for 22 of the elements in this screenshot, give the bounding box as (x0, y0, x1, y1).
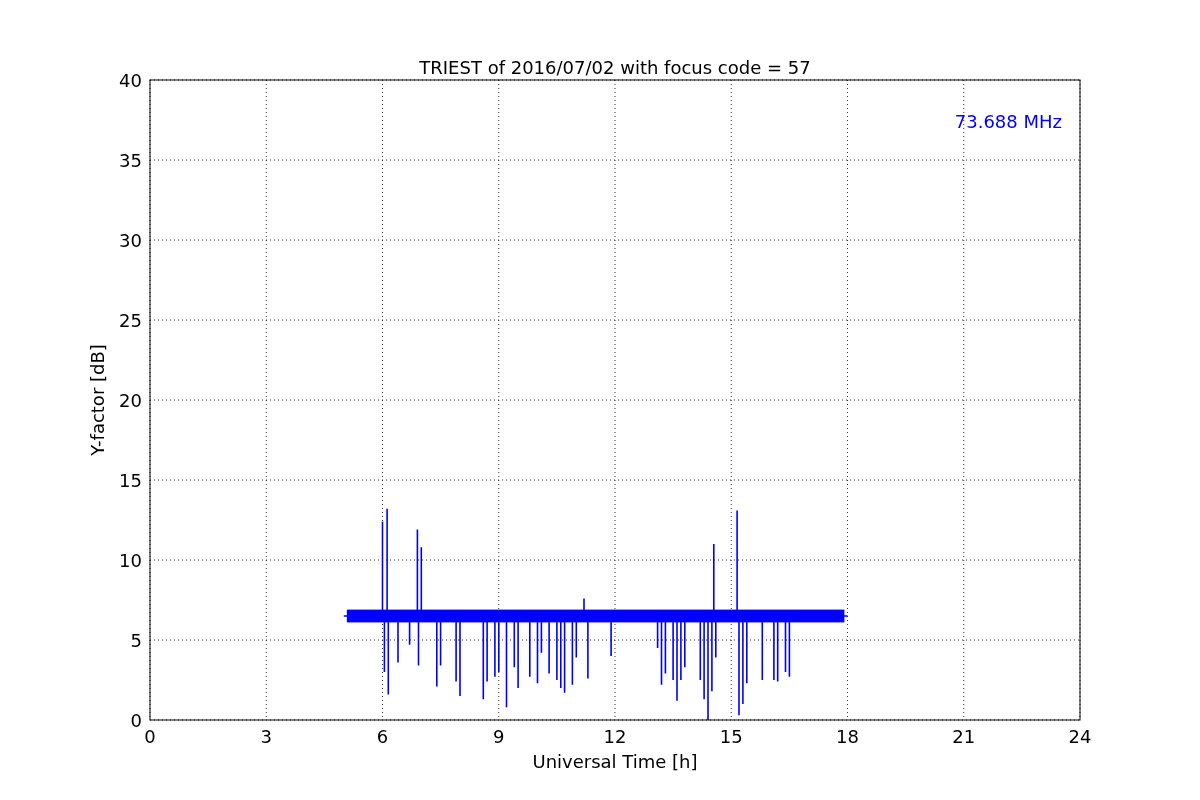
axis-label: Universal Time [h] (532, 751, 698, 772)
tick-label: 10 (119, 550, 142, 571)
tick-label: 3 (260, 726, 272, 747)
tick-label: 20 (119, 390, 142, 411)
chart-title: TRIEST of 2016/07/02 with focus code = 57 (419, 57, 811, 78)
tick-label: 15 (719, 726, 743, 747)
tick-label: 9 (493, 726, 505, 747)
tick-label: 5 (130, 630, 142, 651)
tick-label: 6 (376, 726, 389, 747)
annotation-label: 73.688 MHz (954, 111, 1062, 132)
tick-label: 30 (119, 230, 142, 251)
tick-label: 21 (952, 726, 976, 747)
tick-label: 24 (1068, 726, 1092, 747)
tick-label: 25 (119, 310, 142, 331)
tick-label: 0 (144, 726, 156, 747)
tick-label: 15 (119, 470, 142, 491)
axis-label: Y-factor [dB] (87, 344, 108, 456)
tick-label: 40 (119, 70, 142, 91)
tick-label: 0 (130, 710, 142, 731)
tick-label: 18 (836, 726, 859, 747)
tick-label: 35 (119, 150, 142, 171)
tick-label: 12 (603, 726, 627, 747)
